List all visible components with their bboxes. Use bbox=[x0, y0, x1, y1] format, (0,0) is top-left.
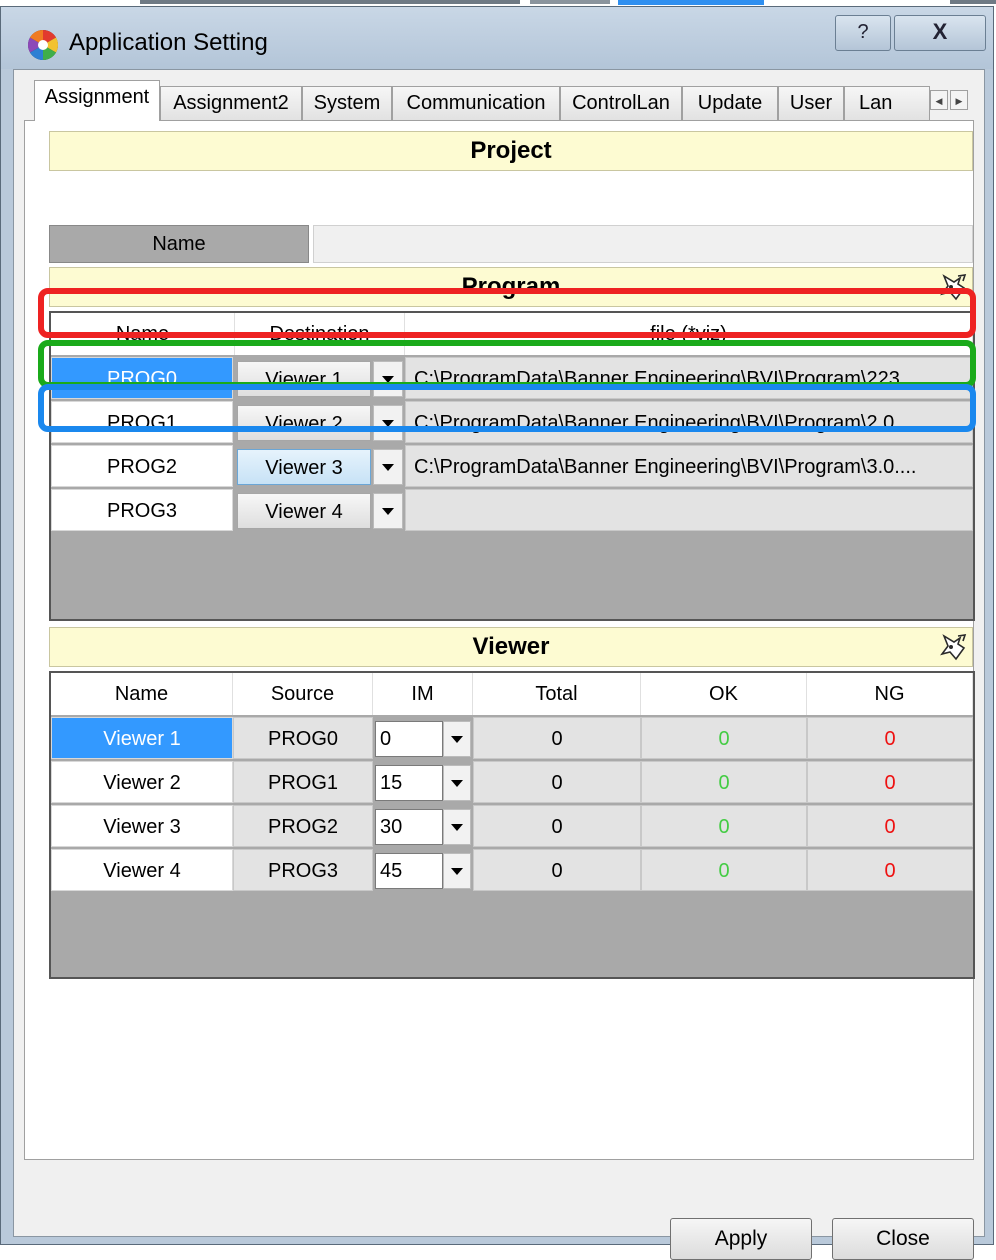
close-button[interactable]: Close bbox=[832, 1218, 974, 1260]
application-setting-window: Application Setting ? X Assignment Assig… bbox=[0, 6, 994, 1260]
viewer-row-ng: 0 bbox=[807, 805, 973, 847]
viewer-grid-header: Name Source IM Total OK NG bbox=[51, 673, 973, 715]
viewer-row-name[interactable]: Viewer 3 bbox=[51, 805, 233, 847]
viewer-row-source: PROG3 bbox=[233, 849, 373, 891]
viewer-section-header: Viewer bbox=[49, 627, 973, 667]
viewer-row-name[interactable]: Viewer 2 bbox=[51, 761, 233, 803]
im-combo[interactable]: 45 bbox=[375, 853, 443, 889]
dialog-client-area: Assignment Assignment2 System Communicat… bbox=[13, 69, 985, 1260]
destination-combo[interactable]: Viewer 2 bbox=[237, 405, 371, 441]
program-grid: Name Destination file (*viz) PROG0 Viewe… bbox=[49, 311, 975, 621]
dropdown-arrow-icon[interactable] bbox=[373, 493, 403, 529]
program-col-destination: Destination bbox=[235, 313, 405, 355]
tab-scroll-right-icon[interactable]: ▶ bbox=[950, 90, 968, 110]
assignment-tab-page: Project Name Program Name Destination fi… bbox=[24, 120, 975, 1160]
program-section-header: Program bbox=[49, 267, 973, 307]
program-col-file: file (*viz) bbox=[405, 313, 973, 355]
tab-strip: Assignment Assignment2 System Communicat… bbox=[24, 80, 974, 121]
dropdown-arrow-icon[interactable] bbox=[373, 361, 403, 397]
taskbar-segment bbox=[140, 0, 520, 4]
program-clear-icon[interactable] bbox=[938, 272, 968, 302]
dropdown-arrow-icon[interactable] bbox=[443, 765, 471, 801]
dropdown-arrow-icon[interactable] bbox=[373, 405, 403, 441]
program-row-name[interactable]: PROG2 bbox=[51, 445, 233, 487]
viewer-row-name[interactable]: Viewer 4 bbox=[51, 849, 233, 891]
viewer-row-name[interactable]: Viewer 1 bbox=[51, 717, 233, 759]
program-col-name: Name bbox=[51, 313, 235, 355]
viewer-row-ok: 0 bbox=[641, 717, 807, 759]
tab-scroll-left-icon[interactable]: ◀ bbox=[930, 90, 948, 110]
viewer-row-source: PROG2 bbox=[233, 805, 373, 847]
project-name-label: Name bbox=[49, 225, 309, 263]
viewer-col-source: Source bbox=[233, 673, 373, 715]
im-combo[interactable]: 0 bbox=[375, 721, 443, 757]
program-row-file[interactable]: C:\ProgramData\Banner Engineering\BVI\Pr… bbox=[405, 445, 973, 487]
title-bar[interactable]: Application Setting ? X bbox=[1, 7, 993, 69]
program-header-label: Program bbox=[461, 273, 561, 300]
dropdown-arrow-icon[interactable] bbox=[373, 449, 403, 485]
destination-combo[interactable]: Viewer 4 bbox=[237, 493, 371, 529]
apply-button[interactable]: Apply bbox=[670, 1218, 812, 1260]
dropdown-arrow-icon[interactable] bbox=[443, 721, 471, 757]
tab-lan[interactable]: Lan bbox=[844, 86, 930, 120]
viewer-row-total: 0 bbox=[473, 849, 641, 891]
viewer-row-ok: 0 bbox=[641, 761, 807, 803]
tab-assignment2[interactable]: Assignment2 bbox=[160, 86, 302, 120]
tab-scroll-buttons: ◀ ▶ bbox=[930, 90, 970, 112]
taskbar-segment bbox=[530, 0, 610, 4]
help-button[interactable]: ? bbox=[835, 15, 891, 51]
taskbar-segment bbox=[950, 0, 996, 4]
viewer-col-total: Total bbox=[473, 673, 641, 715]
viewer-row-total: 0 bbox=[473, 717, 641, 759]
dropdown-arrow-icon[interactable] bbox=[443, 809, 471, 845]
viewer-row-ng: 0 bbox=[807, 761, 973, 803]
project-name-field[interactable] bbox=[313, 225, 973, 263]
dropdown-arrow-icon[interactable] bbox=[443, 853, 471, 889]
viewer-col-im: IM bbox=[373, 673, 473, 715]
im-combo[interactable]: 15 bbox=[375, 765, 443, 801]
viewer-row-ng: 0 bbox=[807, 717, 973, 759]
viewer-row-ng: 0 bbox=[807, 849, 973, 891]
viewer-row-ok: 0 bbox=[641, 805, 807, 847]
im-combo[interactable]: 30 bbox=[375, 809, 443, 845]
viewer-row-total: 0 bbox=[473, 761, 641, 803]
program-row-file[interactable]: C:\ProgramData\Banner Engineering\BVI\Pr… bbox=[405, 401, 973, 443]
project-section-header: Project bbox=[49, 131, 973, 171]
viewer-clear-icon[interactable] bbox=[938, 632, 968, 662]
program-row-name[interactable]: PROG1 bbox=[51, 401, 233, 443]
destination-combo[interactable]: Viewer 1 bbox=[237, 361, 371, 397]
tab-controllan[interactable]: ControlLan bbox=[560, 86, 682, 120]
viewer-header-label: Viewer bbox=[472, 633, 550, 660]
program-row-file[interactable] bbox=[405, 489, 973, 531]
program-row-name[interactable]: PROG3 bbox=[51, 489, 233, 531]
viewer-col-ng: NG bbox=[807, 673, 973, 715]
window-close-button[interactable]: X bbox=[894, 15, 986, 51]
viewer-col-ok: OK bbox=[641, 673, 807, 715]
taskbar-active-segment bbox=[618, 0, 764, 5]
tab-user[interactable]: User bbox=[778, 86, 844, 120]
viewer-row-source: PROG1 bbox=[233, 761, 373, 803]
tab-system[interactable]: System bbox=[302, 86, 392, 120]
program-row-name[interactable]: PROG0 bbox=[51, 357, 233, 399]
viewer-col-name: Name bbox=[51, 673, 233, 715]
window-title: Application Setting bbox=[69, 29, 268, 56]
program-row-file[interactable]: C:\ProgramData\Banner Engineering\BVI\Pr… bbox=[405, 357, 973, 399]
tab-update[interactable]: Update bbox=[682, 86, 778, 120]
tab-communication[interactable]: Communication bbox=[392, 86, 560, 120]
project-header-label: Project bbox=[470, 137, 552, 164]
viewer-row-source: PROG0 bbox=[233, 717, 373, 759]
app-logo-icon bbox=[27, 29, 59, 61]
program-grid-header: Name Destination file (*viz) bbox=[51, 313, 973, 355]
viewer-row-ok: 0 bbox=[641, 849, 807, 891]
viewer-grid: Name Source IM Total OK NG Viewer 1 PROG… bbox=[49, 671, 975, 979]
destination-combo[interactable]: Viewer 3 bbox=[237, 449, 371, 485]
viewer-row-total: 0 bbox=[473, 805, 641, 847]
tab-assignment[interactable]: Assignment bbox=[34, 80, 160, 121]
